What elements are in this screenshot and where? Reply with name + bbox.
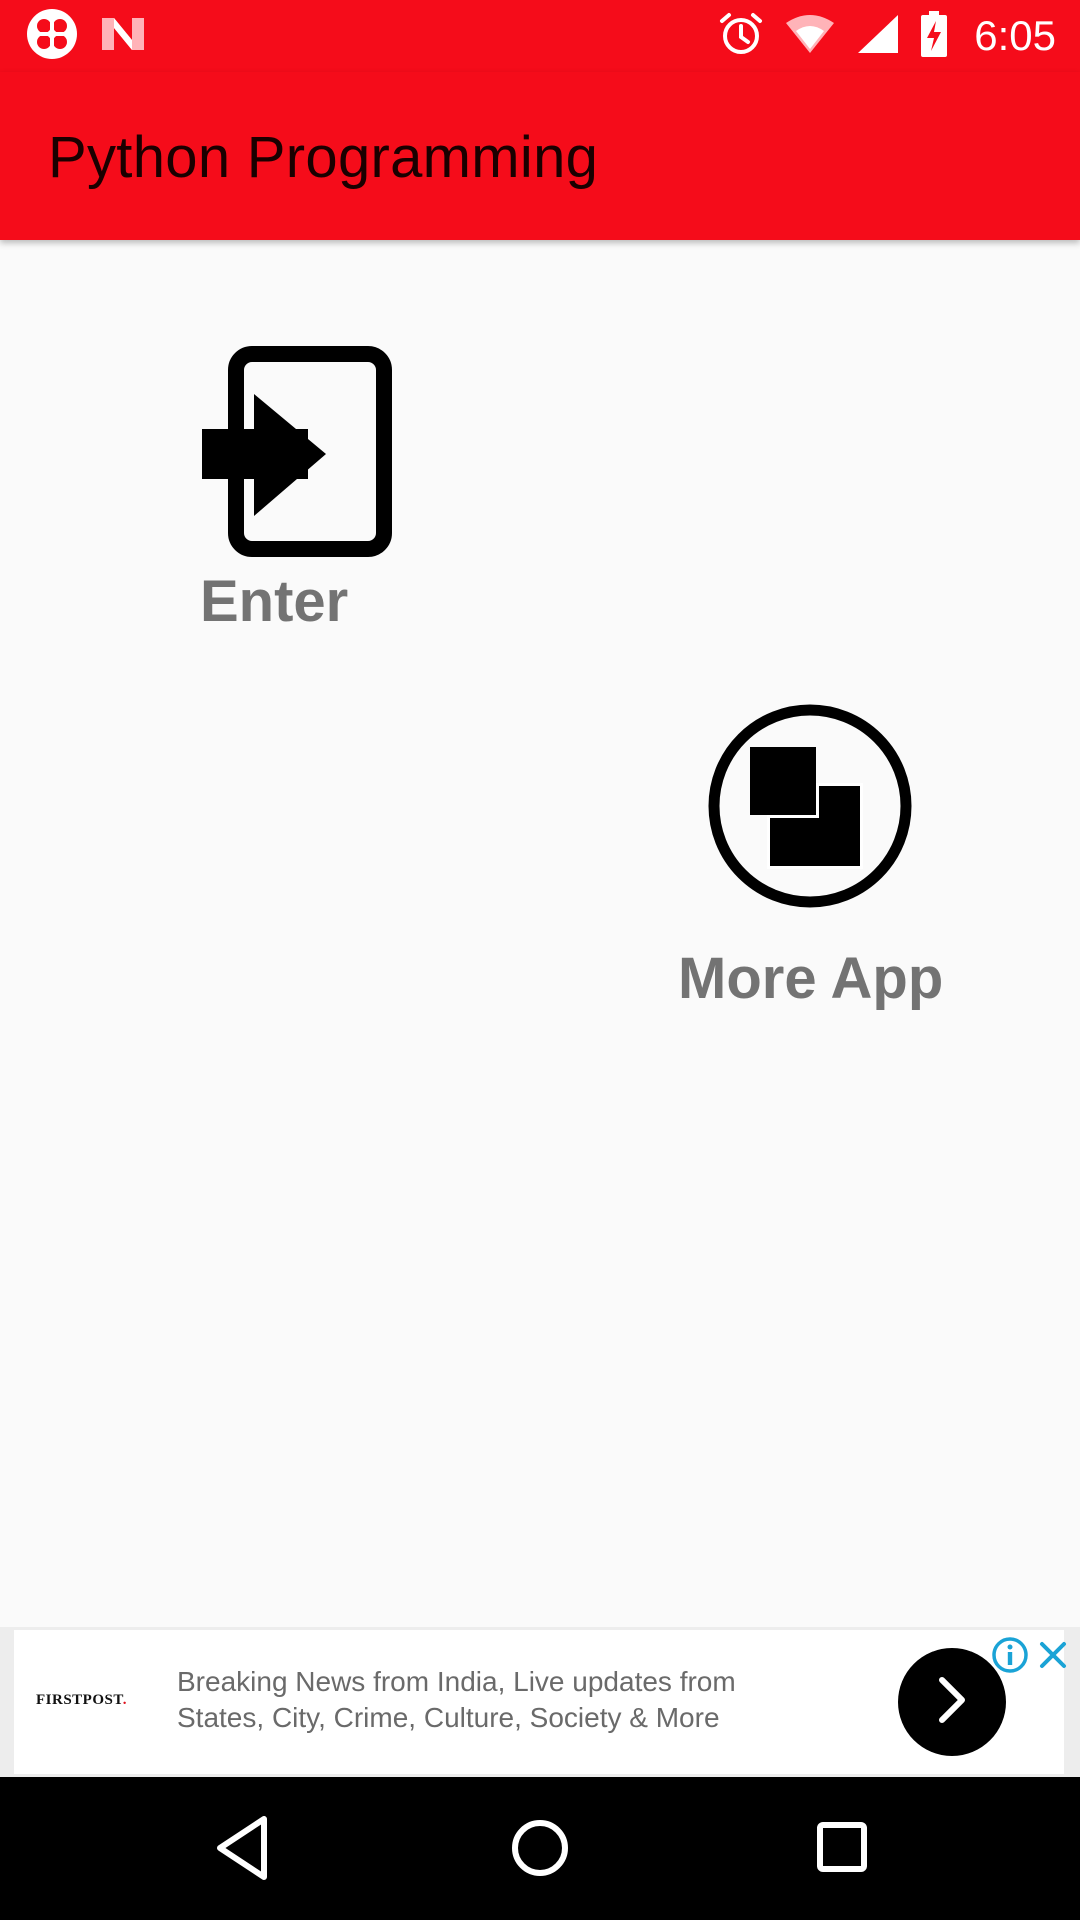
more-app-button[interactable]: More App: [670, 690, 960, 1020]
close-icon[interactable]: [1036, 1638, 1070, 1676]
app-bar: Python Programming: [0, 72, 1080, 240]
ad-banner[interactable]: FIRSTPOST. Breaking News from India, Liv…: [0, 1627, 1080, 1777]
info-icon[interactable]: [990, 1635, 1030, 1679]
status-bar: 6:05: [0, 0, 1080, 72]
login-icon: [202, 346, 392, 565]
cell-signal-icon: [856, 13, 900, 59]
alarm-icon: [718, 11, 764, 61]
more-apps-icon: [704, 700, 916, 916]
navigation-bar: [0, 1777, 1080, 1920]
ad-content[interactable]: FIRSTPOST. Breaking News from India, Liv…: [14, 1630, 1066, 1774]
status-time: 6:05: [974, 12, 1056, 59]
enter-button[interactable]: Enter: [190, 340, 400, 640]
enter-label: Enter: [200, 569, 349, 634]
recents-icon[interactable]: [812, 1813, 872, 1887]
more-app-label: More App: [678, 946, 944, 1011]
screen: 6:05 Python Programming Enter More App F…: [0, 0, 1080, 1920]
battery-charging-icon: [920, 11, 948, 61]
status-left: [26, 8, 146, 64]
chevron-right-icon: [930, 1674, 974, 1730]
app-title: Python Programming: [48, 125, 599, 190]
status-right: 6:05: [718, 10, 1056, 62]
ad-brand-logo: FIRSTPOST.: [36, 1692, 127, 1708]
back-icon[interactable]: [212, 1813, 272, 1887]
wifi-icon: [784, 13, 836, 59]
home-icon[interactable]: [510, 1813, 570, 1887]
notification-app-icon: [26, 8, 78, 64]
n-logo-icon: [100, 14, 146, 58]
ad-text: Breaking News from India, Live updates f…: [177, 1666, 736, 1733]
